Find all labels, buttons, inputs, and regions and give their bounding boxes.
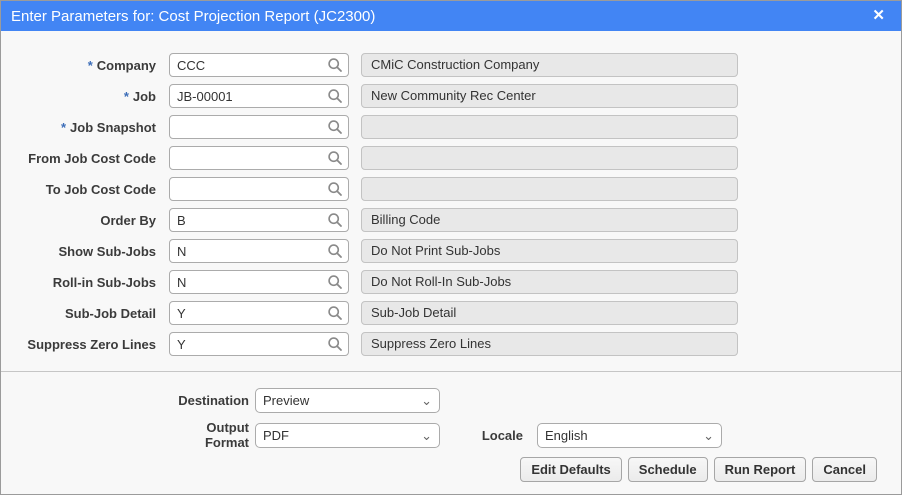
output-format-label: Output Format xyxy=(204,420,249,450)
field-input[interactable] xyxy=(169,301,349,325)
run-report-button[interactable]: Run Report xyxy=(713,457,807,482)
edit-defaults-button[interactable]: Edit Defaults xyxy=(520,457,622,482)
field-input[interactable] xyxy=(169,332,349,356)
field-description: Sub-Job Detail xyxy=(361,301,738,325)
destination-select[interactable]: Preview xyxy=(255,388,440,413)
destination-label: Destination xyxy=(178,393,249,408)
close-icon[interactable]: ✕ xyxy=(866,1,891,31)
field-description: Billing Code xyxy=(361,208,738,232)
locale-select-wrap: English ⌄ xyxy=(537,422,722,448)
search-icon[interactable] xyxy=(327,88,343,104)
form-row: * Job Snapshot xyxy=(1,115,901,139)
search-icon[interactable] xyxy=(327,305,343,321)
search-icon[interactable] xyxy=(327,274,343,290)
form-row: *Job New Community Rec Center xyxy=(1,84,901,108)
field-label: Show Sub-Jobs xyxy=(58,243,157,259)
field-label: Sub-Job Detail xyxy=(64,305,156,321)
field-description xyxy=(361,115,738,139)
field-input[interactable] xyxy=(169,115,349,139)
search-icon[interactable] xyxy=(327,119,343,135)
form-row: *To Job Cost Code xyxy=(1,177,901,201)
field-label: Job Snapshot xyxy=(70,119,156,135)
footer-button-bar: Edit Defaults Schedule Run Report Cancel xyxy=(1,457,901,494)
dialog-title: Enter Parameters for: Cost Projection Re… xyxy=(11,7,376,25)
field-label: Suppress Zero Lines xyxy=(27,336,156,352)
output-format-select-wrap: PDF ⌄ xyxy=(255,422,440,448)
output-format-row: Output Format PDF ⌄ Locale English ⌄ xyxy=(1,420,901,450)
search-icon[interactable] xyxy=(327,150,343,166)
required-marker: * xyxy=(123,88,129,104)
required-marker: * xyxy=(87,57,93,73)
form-row: *Sub-Job Detail Sub-Job Detail xyxy=(1,301,901,325)
cancel-button[interactable]: Cancel xyxy=(812,457,877,482)
form-row: *Company CMiC Construction Company xyxy=(1,53,901,77)
field-description: CMiC Construction Company xyxy=(361,53,738,77)
form-row: *Order By Billing Code xyxy=(1,208,901,232)
field-label: Company xyxy=(96,57,156,73)
required-marker: * xyxy=(60,119,67,135)
search-icon[interactable] xyxy=(327,336,343,352)
locale-label: Locale xyxy=(481,427,523,443)
field-input[interactable] xyxy=(169,239,349,263)
schedule-button[interactable]: Schedule xyxy=(627,457,708,482)
parameters-dialog: Enter Parameters for: Cost Projection Re… xyxy=(0,0,902,495)
field-description xyxy=(361,177,738,201)
search-icon[interactable] xyxy=(327,243,343,259)
field-description: Do Not Roll-In Sub-Jobs xyxy=(361,270,738,294)
field-label: Roll-in Sub-Jobs xyxy=(52,274,156,290)
output-options: Destination Preview ⌄ Output Format PDF … xyxy=(1,372,901,457)
form-row: *From Job Cost Code xyxy=(1,146,901,170)
locale-select[interactable]: English xyxy=(537,422,722,448)
parameters-form: *Company CMiC Construction Company *Job … xyxy=(1,31,901,363)
destination-select-wrap: Preview ⌄ xyxy=(255,388,440,413)
field-label: From Job Cost Code xyxy=(28,150,156,166)
field-label: Order By xyxy=(100,212,156,228)
field-label: Job xyxy=(132,88,156,104)
field-input[interactable] xyxy=(169,53,349,77)
destination-row: Destination Preview ⌄ xyxy=(1,388,901,413)
field-description: Do Not Print Sub-Jobs xyxy=(361,239,738,263)
field-description xyxy=(361,146,738,170)
output-format-select[interactable]: PDF xyxy=(255,422,440,448)
search-icon[interactable] xyxy=(327,57,343,73)
field-input[interactable] xyxy=(169,84,349,108)
field-input[interactable] xyxy=(169,146,349,170)
dialog-header: Enter Parameters for: Cost Projection Re… xyxy=(1,1,901,31)
field-input[interactable] xyxy=(169,177,349,201)
field-description: Suppress Zero Lines xyxy=(361,332,738,356)
search-icon[interactable] xyxy=(327,212,343,228)
field-input[interactable] xyxy=(169,270,349,294)
field-description: New Community Rec Center xyxy=(361,84,738,108)
form-row: *Show Sub-Jobs Do Not Print Sub-Jobs xyxy=(1,239,901,263)
field-input[interactable] xyxy=(169,208,349,232)
form-row: *Suppress Zero Lines Suppress Zero Lines xyxy=(1,332,901,356)
search-icon[interactable] xyxy=(327,181,343,197)
form-row: *Roll-in Sub-Jobs Do Not Roll-In Sub-Job… xyxy=(1,270,901,294)
field-label: To Job Cost Code xyxy=(45,181,156,197)
